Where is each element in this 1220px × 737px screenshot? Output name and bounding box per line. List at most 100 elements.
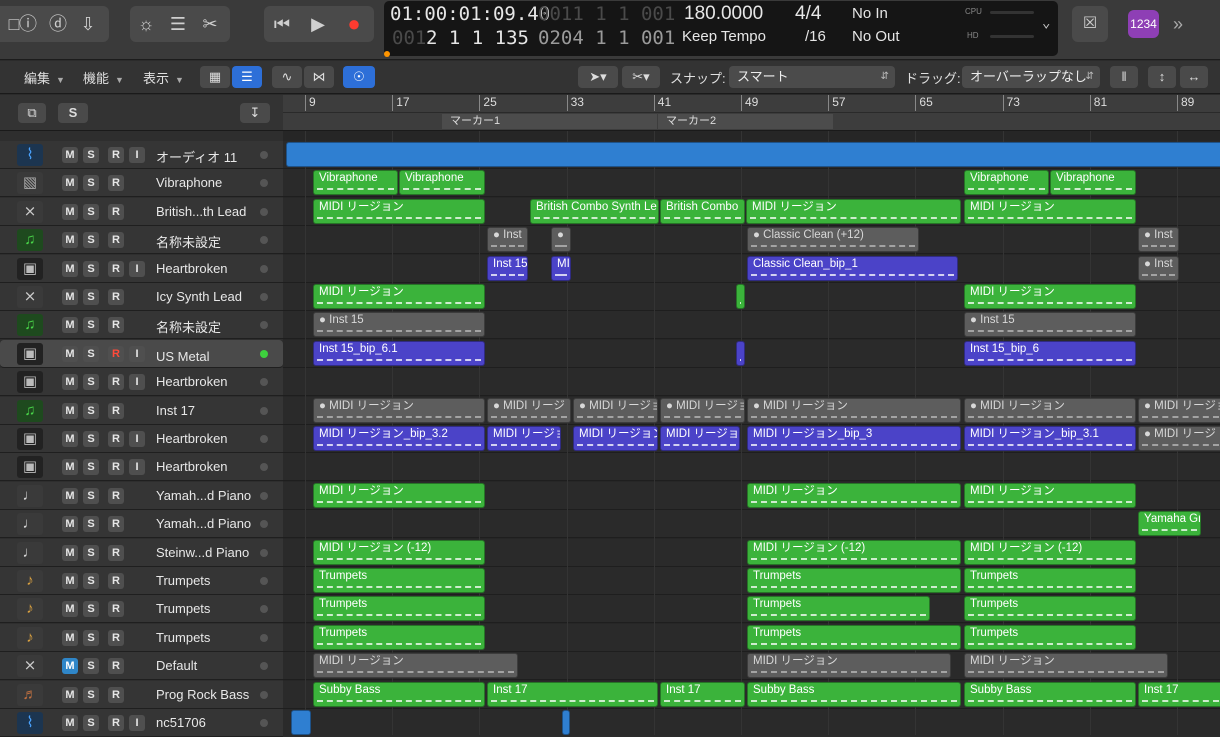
track-lane[interactable] bbox=[283, 368, 1220, 397]
region[interactable] bbox=[562, 710, 570, 735]
region[interactable]: MIDI リージョン bbox=[313, 198, 485, 224]
mute-button[interactable]: M bbox=[62, 601, 78, 618]
region[interactable]: ● Inst bbox=[487, 227, 528, 253]
region[interactable]: Trumpets bbox=[313, 568, 485, 593]
snap-select[interactable]: スマート ⇵ bbox=[729, 66, 895, 88]
input-button[interactable]: I bbox=[129, 431, 145, 447]
mute-button[interactable]: M bbox=[62, 459, 78, 476]
region[interactable]: Trumpets bbox=[964, 568, 1136, 593]
track-row[interactable]: ⨯ M S R Icy Synth Lead bbox=[0, 283, 283, 311]
solo-button[interactable]: S bbox=[83, 203, 99, 220]
track-row[interactable]: ⌇ M S R Inc51706 bbox=[0, 709, 283, 737]
solo-button[interactable]: S bbox=[83, 374, 99, 391]
region[interactable]: MIDI リージョン_bip_3 bbox=[747, 426, 961, 451]
function-menu[interactable]: 機能 ▼ bbox=[83, 68, 124, 87]
track-lane[interactable] bbox=[283, 709, 1220, 735]
region[interactable]: MIDI リージョン (-12) bbox=[964, 539, 1136, 565]
track-row[interactable]: ♩ M S R Yamah...d Piano bbox=[0, 481, 283, 510]
region[interactable]: Vibraphone bbox=[964, 170, 1049, 196]
region[interactable]: MIDI リージョン bbox=[964, 198, 1136, 224]
region[interactable]: ● MIDI リージョ bbox=[660, 397, 745, 423]
solo-button[interactable]: S bbox=[83, 516, 99, 533]
region[interactable] bbox=[291, 710, 311, 735]
chevron-down-icon[interactable]: ⌄ bbox=[1042, 15, 1050, 31]
region[interactable]: MI bbox=[551, 255, 571, 281]
solo-button[interactable]: S bbox=[83, 487, 99, 504]
region[interactable]: Trumpets bbox=[313, 596, 485, 622]
rec-button[interactable]: R bbox=[108, 629, 124, 646]
mute-button[interactable]: M bbox=[62, 203, 78, 220]
track-row[interactable]: ♩ M S R Steinw...d Piano bbox=[0, 538, 283, 567]
rec-button[interactable]: R bbox=[108, 516, 124, 533]
rec-button[interactable]: R bbox=[108, 658, 124, 675]
rec-button[interactable]: R bbox=[108, 431, 124, 447]
rec-button[interactable]: R bbox=[108, 175, 124, 192]
mute-button[interactable]: M bbox=[62, 658, 78, 675]
rec-button[interactable]: R bbox=[108, 487, 124, 504]
region[interactable]: Yamaha Gr bbox=[1138, 511, 1201, 537]
rec-button[interactable]: R bbox=[108, 260, 124, 277]
rec-button[interactable]: R bbox=[108, 317, 124, 334]
region[interactable] bbox=[736, 340, 745, 366]
rec-button[interactable]: R bbox=[108, 402, 124, 419]
region[interactable]: Inst 15_bip_6 bbox=[964, 340, 1136, 366]
region[interactable]: MIDI リージョン bbox=[313, 284, 485, 309]
region[interactable]: ● MIDI リージョン bbox=[964, 397, 1136, 423]
region[interactable]: MIDI リージョン bbox=[747, 482, 961, 508]
division-display[interactable]: /16 bbox=[805, 28, 826, 45]
mute-button[interactable]: M bbox=[62, 629, 78, 646]
rewind-icon[interactable]: ⏮ bbox=[268, 10, 296, 38]
mute-button[interactable]: M bbox=[62, 686, 78, 703]
region[interactable]: Inst 15 bbox=[487, 255, 528, 281]
track-row[interactable]: ⨯ M S R British...th Lead bbox=[0, 197, 283, 226]
mute-button[interactable]: M bbox=[62, 232, 78, 249]
track-row[interactable]: ▣ M S R I Heartbroken bbox=[0, 453, 283, 482]
track-row[interactable]: ⨯ M S R Default bbox=[0, 652, 283, 681]
mute-button[interactable]: M bbox=[62, 345, 78, 362]
input-button[interactable]: I bbox=[129, 147, 145, 163]
region[interactable] bbox=[286, 142, 1220, 167]
track-row[interactable]: ♪ M S R Trumpets bbox=[0, 623, 283, 652]
catch-button[interactable]: ☉ bbox=[343, 66, 375, 88]
region[interactable]: MIDI リージョン bbox=[746, 198, 961, 224]
solo-button[interactable]: S bbox=[83, 260, 99, 277]
mute-button[interactable]: M bbox=[62, 175, 78, 192]
region[interactable]: MIDI リージョン_ bbox=[573, 426, 658, 451]
region[interactable]: MIDI リージョン bbox=[660, 426, 740, 451]
lcd-display[interactable]: 01:00:01:09.40 001 2 1 1 135 0011 1 1 00… bbox=[384, 1, 1058, 57]
rec-button[interactable]: R bbox=[108, 203, 124, 220]
region[interactable]: British Combo Synth Le bbox=[530, 198, 659, 224]
automation-button[interactable]: ∿ bbox=[272, 66, 302, 88]
rec-button[interactable]: R bbox=[108, 147, 124, 163]
pointer-tool-button[interactable]: ➤▾ bbox=[578, 66, 618, 88]
track-row[interactable]: ⌇ M S R I オーディオ 11 bbox=[0, 141, 283, 169]
input-button[interactable]: I bbox=[129, 260, 145, 277]
record-icon[interactable]: ● bbox=[340, 10, 368, 38]
region[interactable]: MIDI リージョン bbox=[313, 653, 518, 679]
download-icon[interactable]: ⇩ bbox=[74, 10, 102, 38]
track-row[interactable]: ▧ M S R Vibraphone bbox=[0, 169, 283, 198]
region[interactable]: Subby Bass bbox=[747, 681, 961, 707]
track-row[interactable]: ▣ M S R I Heartbroken bbox=[0, 368, 283, 397]
horizontal-zoom-button[interactable]: ↔ bbox=[1180, 66, 1208, 88]
region[interactable]: Inst 17 bbox=[487, 681, 658, 707]
solo-button[interactable]: S bbox=[83, 345, 99, 362]
play-icon[interactable]: ▶ bbox=[304, 10, 332, 38]
count-in-badge[interactable]: 1234 bbox=[1128, 10, 1159, 38]
rec-button[interactable]: R bbox=[108, 601, 124, 618]
solo-button[interactable]: S bbox=[83, 715, 99, 731]
solo-button[interactable]: S bbox=[83, 232, 99, 249]
region[interactable]: Trumpets bbox=[313, 624, 485, 650]
region[interactable]: MIDI リージョ bbox=[487, 426, 561, 451]
solo-button[interactable]: S bbox=[83, 317, 99, 334]
marker[interactable]: マーカー2 bbox=[658, 114, 833, 129]
track-lane[interactable] bbox=[283, 510, 1220, 539]
mute-button[interactable]: M bbox=[62, 487, 78, 504]
rec-button[interactable]: R bbox=[108, 573, 124, 589]
global-solo-button[interactable]: S bbox=[58, 103, 88, 123]
region[interactable]: Classic Clean_bip_1 bbox=[747, 255, 958, 281]
track-row[interactable]: ♫ M S R 名称未設定 bbox=[0, 311, 283, 340]
region[interactable]: ● MIDI リージョ bbox=[1138, 397, 1220, 423]
list-view-button[interactable]: ☰ bbox=[232, 66, 262, 88]
region[interactable]: Vibraphone bbox=[399, 170, 485, 196]
